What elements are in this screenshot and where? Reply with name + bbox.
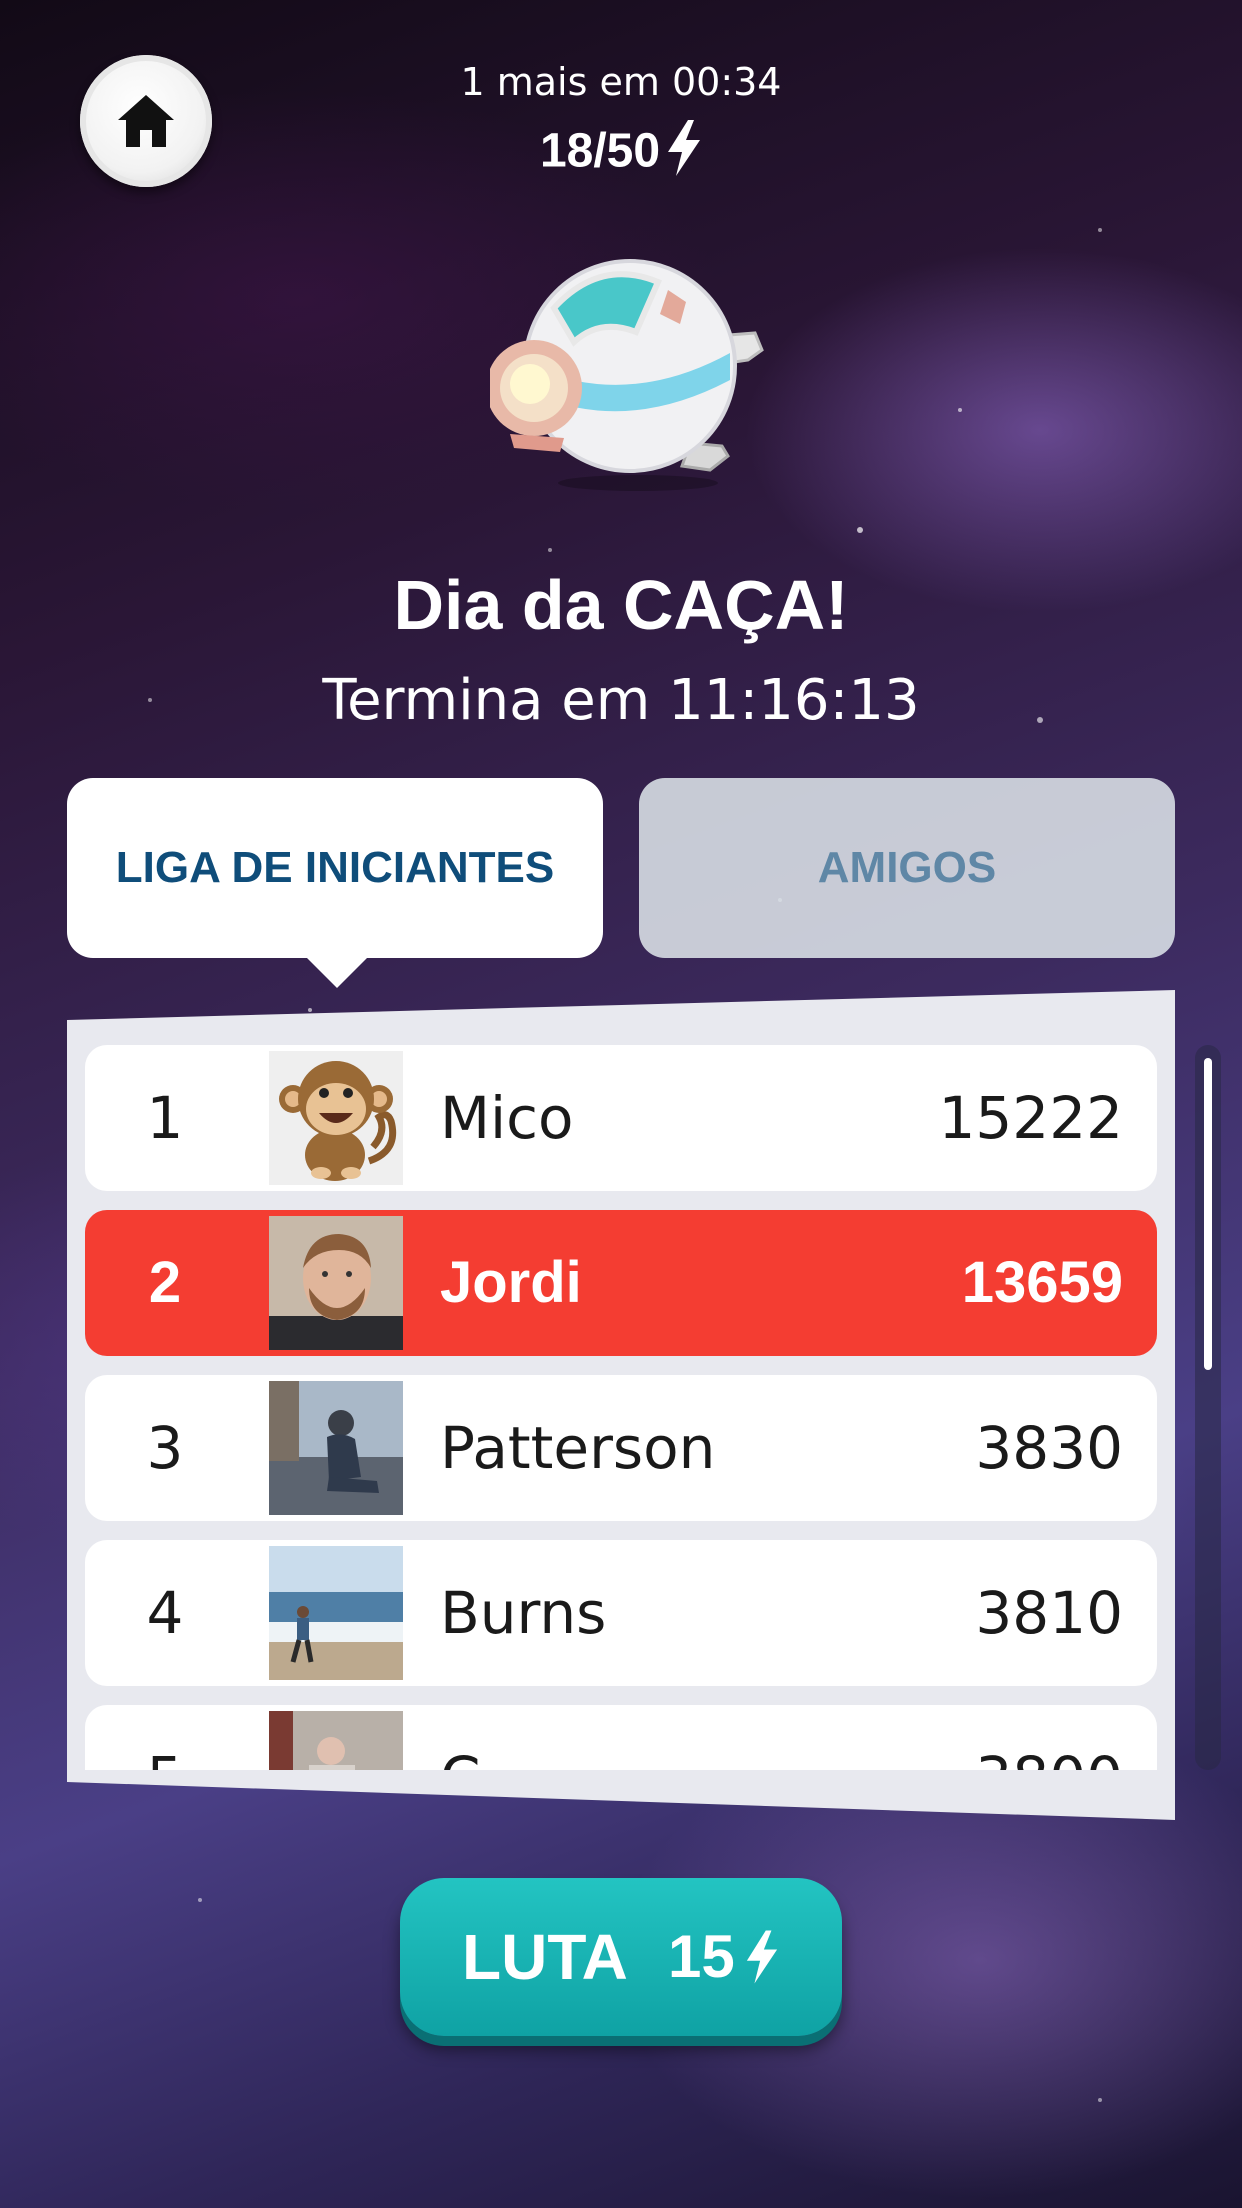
player-name: Burns [440, 1579, 607, 1647]
event-countdown: Termina em 11:16:13 [322, 668, 920, 733]
leaderboard-row[interactable]: 5 C 3800 [85, 1705, 1157, 1770]
rank-number: 1 [146, 1084, 184, 1152]
leaderboard-row[interactable]: 3 Patterson 3830 [85, 1375, 1157, 1521]
event-title: Dia da CAÇA! [393, 566, 849, 644]
player-avatar-photo [269, 1381, 403, 1515]
player-avatar-photo [269, 1546, 403, 1680]
player-name: C [440, 1705, 481, 1770]
leaderboard-list[interactable]: 1 Mico 15222 2 Jordi 13659 3 Patterson 3… [85, 1045, 1157, 1770]
player-score: 13659 [961, 1250, 1123, 1315]
rank-number: 4 [146, 1579, 184, 1647]
player-name: Jordi [440, 1250, 582, 1315]
player-score: 3830 [975, 1414, 1123, 1482]
leaderboard-row-current-player[interactable]: 2 Jordi 13659 [85, 1210, 1157, 1356]
player-score: 3800 [975, 1705, 1123, 1770]
energy-counter: 18/50 [0, 120, 1242, 188]
lightning-icon [666, 120, 702, 188]
fight-energy-cost: 15 [668, 1923, 735, 1990]
player-score: 3810 [975, 1579, 1123, 1647]
player-avatar-photo [269, 1216, 403, 1350]
player-avatar-photo [269, 1711, 403, 1770]
lightning-icon [746, 1930, 778, 1984]
leaderboard-row[interactable]: 4 Burns 3810 [85, 1540, 1157, 1686]
rank-number: 2 [148, 1250, 182, 1315]
tab-friends[interactable]: AMIGOS [639, 778, 1175, 958]
energy-refill-timer: 1 mais em 00:34 [460, 60, 782, 104]
rank-number: 3 [146, 1414, 184, 1482]
player-name: Mico [440, 1084, 574, 1152]
energy-value: 18/50 [539, 124, 661, 178]
rank-number: 5 [85, 1705, 245, 1770]
player-name: Patterson [440, 1414, 716, 1482]
player-score: 15222 [938, 1084, 1123, 1152]
monkey-avatar-icon [269, 1051, 403, 1185]
fight-button[interactable]: LUTA 15 [400, 1878, 842, 2036]
leaderboard-scroll-thumb[interactable] [1204, 1058, 1212, 1370]
fight-button-label: LUTA [462, 1921, 628, 1993]
robot-character-image [490, 259, 764, 491]
leaderboard-row[interactable]: 1 Mico 15222 [85, 1045, 1157, 1191]
tab-beginners-league[interactable]: LIGA DE INICIANTES [67, 778, 603, 988]
